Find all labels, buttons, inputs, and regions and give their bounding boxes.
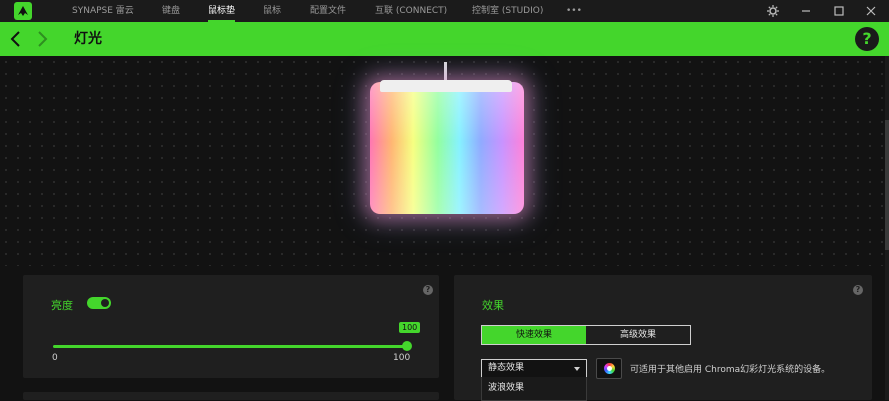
tab-quick-effects[interactable]: 快速效果 — [482, 326, 586, 344]
maximize-icon[interactable] — [828, 0, 850, 22]
forward-arrow-icon[interactable] — [32, 29, 52, 49]
razer-logo-icon[interactable] — [14, 2, 32, 20]
effect-select-value: 静态效果 — [488, 363, 525, 373]
nav-profiles[interactable]: 配置文件 — [310, 0, 346, 22]
brightness-min-label: 0 — [52, 353, 58, 363]
nav-more[interactable]: ••• — [566, 0, 582, 22]
brightness-panel — [23, 275, 439, 378]
nav-mousepad[interactable]: 鼠标垫 — [208, 0, 236, 22]
minimize-icon[interactable] — [795, 0, 817, 22]
title-bar: SYNAPSE 雷云 键盘 鼠标垫 鼠标 配置文件 互联 (CONNECT) 控… — [0, 0, 889, 22]
dropdown-option-wave[interactable]: 波浪效果 — [488, 380, 524, 393]
brightness-label: 亮度 — [51, 299, 73, 312]
effect-dropdown-menu: 波浪效果 — [481, 377, 587, 401]
brightness-slider-track[interactable] — [53, 345, 407, 348]
brightness-max-label: 100 — [393, 353, 411, 363]
chevron-down-icon — [574, 367, 580, 371]
mousepad-cable — [444, 62, 447, 82]
close-icon[interactable] — [860, 0, 882, 22]
scrollbar-thumb[interactable] — [885, 120, 889, 250]
settings-gear-icon[interactable] — [762, 0, 784, 22]
chroma-note: 可适用于其他启用 Chroma幻彩灯光系统的设备。 — [630, 365, 831, 375]
nav-synapse[interactable]: SYNAPSE 雷云 — [72, 0, 134, 22]
brightness-toggle[interactable] — [87, 297, 111, 309]
back-arrow-icon[interactable] — [6, 29, 26, 49]
mousepad-sheen — [370, 82, 524, 214]
mousepad-hub — [380, 80, 512, 92]
secondary-panel — [23, 392, 439, 400]
page-title: 灯光 — [74, 31, 102, 47]
brightness-value-tip: 100 — [399, 322, 421, 333]
nav-connect[interactable]: 互联 (CONNECT) — [375, 0, 447, 22]
nav-studio[interactable]: 控制室 (STUDIO) — [472, 0, 543, 22]
help-icon[interactable]: ? — [855, 27, 879, 51]
effects-info-icon[interactable]: ? — [853, 285, 863, 295]
brightness-slider-thumb[interactable] — [402, 341, 412, 351]
tab-advanced-effects[interactable]: 高级效果 — [586, 326, 690, 344]
mousepad-image — [370, 82, 524, 214]
nav-keyboard[interactable]: 键盘 — [162, 0, 180, 22]
effects-label: 效果 — [482, 299, 504, 312]
brightness-info-icon[interactable]: ? — [423, 285, 433, 295]
chroma-connect-button[interactable] — [596, 358, 622, 379]
effect-select[interactable]: 静态效果 — [481, 359, 587, 378]
chroma-wheel-icon — [604, 363, 615, 374]
effects-tabs: 快速效果 高级效果 — [481, 325, 691, 345]
nav-mouse[interactable]: 鼠标 — [263, 0, 281, 22]
lighting-header: 灯光 ? — [0, 22, 889, 56]
